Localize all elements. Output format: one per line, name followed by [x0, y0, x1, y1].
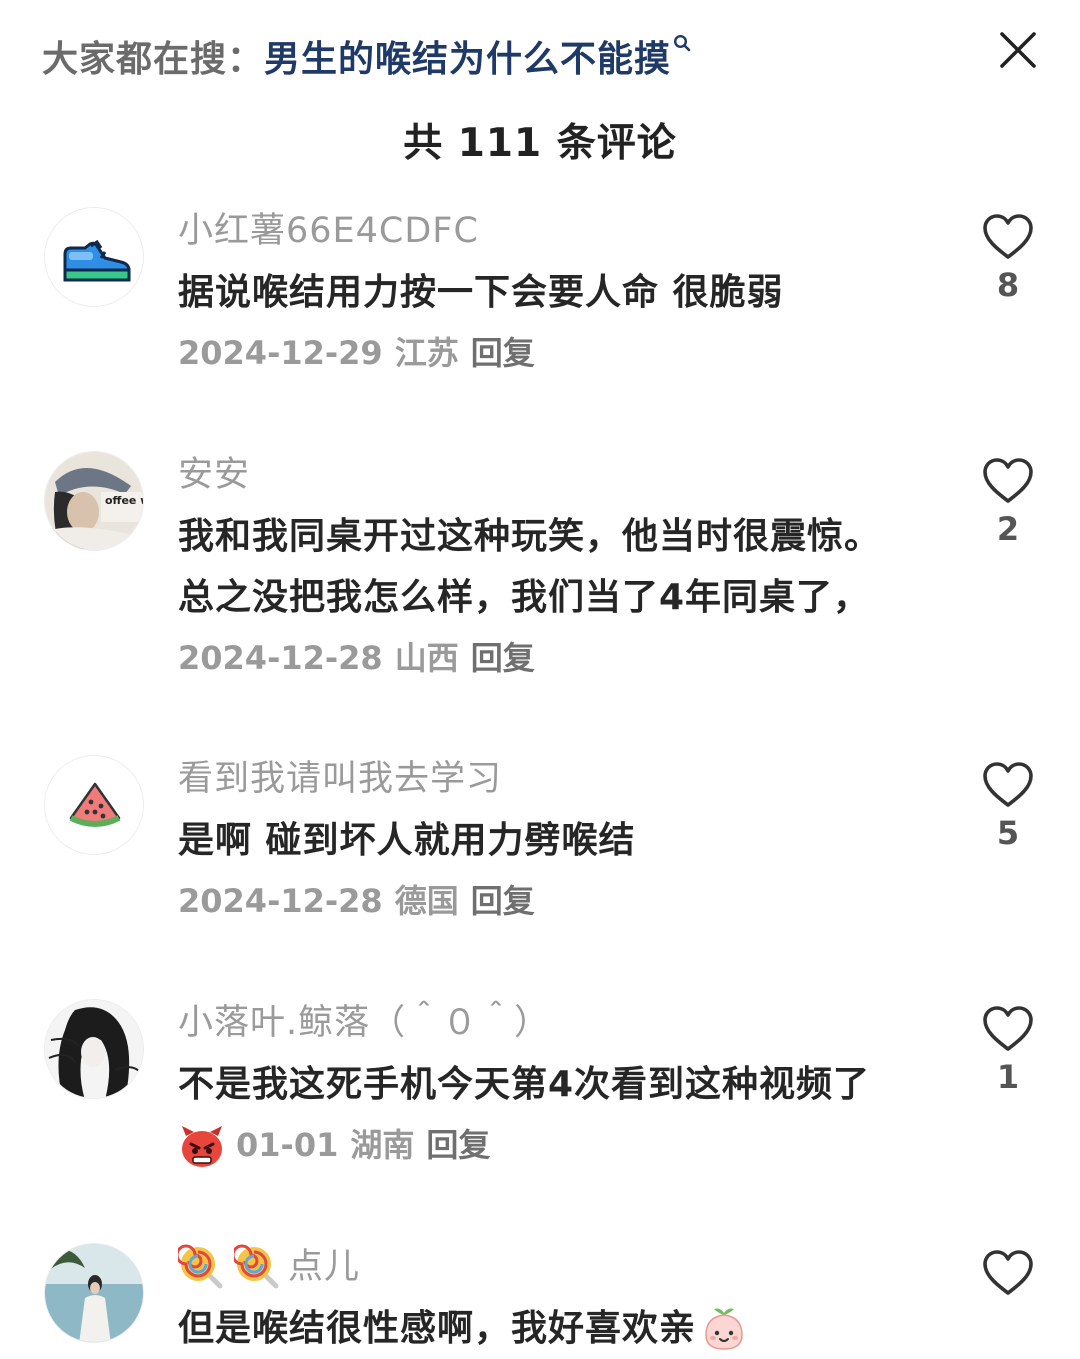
- lollipop-emoji: [234, 1244, 280, 1290]
- comment-username[interactable]: 点儿: [178, 1236, 938, 1298]
- anime-avatar: [45, 1000, 143, 1098]
- comment-location: 山西: [394, 639, 459, 677]
- comment-date: 2024-12-29: [178, 334, 383, 372]
- like-count: 5: [996, 814, 1020, 852]
- search-suggestion-prefix: 大家都在搜：: [42, 39, 265, 80]
- like-button[interactable]: [978, 1248, 1038, 1298]
- avatar[interactable]: [44, 207, 144, 307]
- avatar[interactable]: [44, 999, 144, 1099]
- heart-icon: [983, 762, 1033, 807]
- like-button[interactable]: 8: [978, 212, 1038, 304]
- comment-username[interactable]: 安安: [178, 444, 938, 506]
- beach-photo-avatar: [45, 1244, 143, 1342]
- watermelon-icon: [45, 756, 143, 854]
- avatar[interactable]: [44, 755, 144, 855]
- heart-icon: [983, 458, 1033, 503]
- like-button[interactable]: 2: [978, 456, 1038, 548]
- comment-text: 但是喉结很性感啊，我好喜欢亲: [178, 1298, 938, 1359]
- comment-text: 总之没把我怎么样，我们当了4年同桌了，: [178, 577, 871, 618]
- reply-button[interactable]: 回复: [471, 871, 535, 932]
- like-count: 8: [996, 266, 1020, 304]
- heart-icon: [983, 214, 1033, 259]
- comment-location: 德国: [394, 882, 459, 920]
- comment-username[interactable]: 小落叶.鲸落（＾０＾）: [178, 992, 938, 1054]
- close-icon: [1000, 32, 1036, 68]
- reply-button[interactable]: 回复: [426, 1115, 490, 1176]
- lollipop-emoji: [178, 1244, 224, 1290]
- sneaker-icon: [45, 208, 143, 306]
- search-suggestion-query[interactable]: 男生的喉结为什么不能摸: [264, 30, 671, 82]
- search-suggestion-bar[interactable]: 大家都在搜： 男生的喉结为什么不能摸: [42, 30, 962, 82]
- angry-face-emoji: [178, 1122, 226, 1170]
- peach-face-emoji: [700, 1305, 748, 1353]
- comment-text: 不是我这死手机今天第4次看到这种视频了: [178, 1064, 871, 1105]
- like-button[interactable]: 5: [978, 760, 1038, 852]
- avatar-text: offee wed: [105, 494, 144, 507]
- reply-button[interactable]: 回复: [471, 323, 535, 384]
- comment-date: 2024-12-28: [178, 882, 383, 920]
- comment-date: 01-01: [236, 1126, 339, 1164]
- avatar[interactable]: [44, 1243, 144, 1343]
- close-button[interactable]: [996, 28, 1040, 72]
- reply-button[interactable]: 回复: [471, 628, 535, 689]
- heart-icon: [983, 1006, 1033, 1051]
- comment-meta: 2024-12-28 山西 回复: [178, 628, 938, 689]
- like-count: 1: [996, 1058, 1020, 1096]
- like-count: 2: [996, 510, 1020, 548]
- comment-location: 湖南: [350, 1126, 415, 1164]
- comment-meta: 01-01 湖南 回复: [178, 1115, 938, 1176]
- comment-location: 江苏: [394, 334, 459, 372]
- comment-meta: 2024-12-28 德国 回复: [178, 871, 938, 932]
- comment-username[interactable]: 小红薯66E4CDFC: [178, 200, 938, 262]
- comment-date: 2024-12-28: [178, 639, 383, 677]
- photo-avatar: offee wed: [45, 452, 144, 550]
- comment-text: 我和我同桌开过这种玩笑，他当时很震惊。: [178, 516, 882, 557]
- search-icon: [673, 34, 691, 60]
- comment-meta: 2024-12-29 江苏 回复: [178, 323, 938, 384]
- comment-count-title: 共 111 条评论: [403, 121, 677, 166]
- heart-icon: [983, 1250, 1033, 1295]
- avatar[interactable]: offee wed: [44, 451, 144, 551]
- like-button[interactable]: 1: [978, 1004, 1038, 1096]
- comment-text-line: 但是喉结很性感啊，我好喜欢亲: [178, 1308, 697, 1349]
- comment-text: 是啊 碰到坏人就用力劈喉结: [178, 820, 636, 861]
- comment-username[interactable]: 看到我请叫我去学习: [178, 748, 938, 810]
- comment-text: 据说喉结用力按一下会要人命 很脆弱: [178, 272, 784, 313]
- comment-username-text: 点儿: [288, 1247, 361, 1287]
